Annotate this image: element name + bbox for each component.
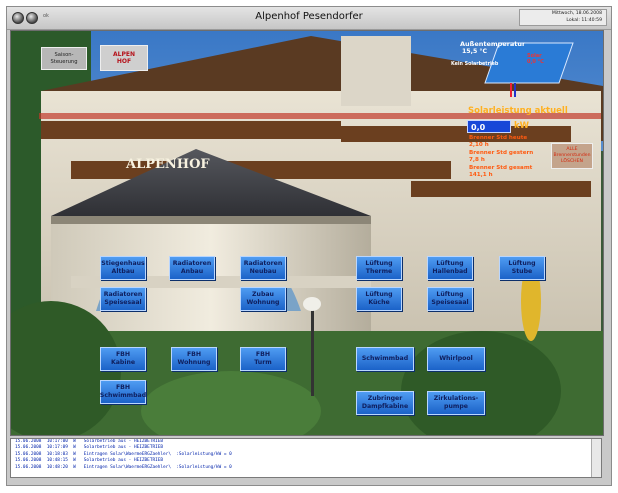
burner-yesterday-value: 7,8 h	[469, 157, 485, 163]
fbh-turm-button[interactable]: FBH Turm	[240, 347, 286, 371]
burner-total-value: 141,1 h	[469, 172, 493, 178]
lueftung-hallenbad-button[interactable]: Lüftung Hallenbad	[427, 256, 473, 280]
log-scrollbar[interactable]	[591, 439, 601, 477]
zubau-wohnung-button[interactable]: Zubau Wohnung	[240, 287, 286, 311]
lueftung-speisesaal-button[interactable]: Lüftung Speisesaal	[427, 287, 473, 311]
zubringer-dampfkabine-button[interactable]: Zubringer Dampfkabine	[356, 391, 414, 415]
event-log[interactable]: 15.06.2008 10:17:00 W Solarbetrieb aus -…	[10, 438, 602, 478]
radiatoren-speisesaal-button[interactable]: Radiatoren Speisesaal	[100, 287, 146, 311]
date-display: Mittwoch, 18.06.2008 Lokal: 11:40:59	[519, 9, 607, 26]
reset-burner-hours-button[interactable]: ALLE Brennerstunden LÖSCHEN	[551, 143, 593, 169]
burner-today-value: 2,10 h	[469, 142, 489, 148]
burner-yesterday-label: Brenner Std gestern	[469, 150, 534, 156]
title-bar: ok Alpenhof Pesendorfer Mittwoch, 18.06.…	[7, 7, 611, 30]
date-line: Mittwoch, 18.06.2008	[551, 11, 602, 16]
solar-power-unit: kW	[514, 121, 530, 131]
stiegenhaus-altbau-button[interactable]: Stiegenhaus Altbau	[100, 256, 146, 280]
outside-temp-value: 15,5 °C	[462, 48, 488, 55]
hotel-photo: ALPENHOF	[11, 31, 603, 435]
solar-status-text: Kein Solarbetrieb	[451, 62, 499, 67]
solar-power-title: Solarleistung aktuell	[468, 106, 568, 116]
burner-today-label: Brenner Std heute	[469, 135, 528, 141]
season-control-button[interactable]: Saison- Steuerung	[41, 47, 87, 70]
alpenhof-logo-button[interactable]: ALPEN HOF	[100, 45, 148, 71]
time-line: Lokal: 11:40:59	[566, 18, 602, 23]
lueftung-kueche-button[interactable]: Lüftung Küche	[356, 287, 402, 311]
fbh-kabine-button[interactable]: FBH Kabine	[100, 347, 146, 371]
fbh-wohnung-button[interactable]: FBH Wohnung	[171, 347, 217, 371]
lueftung-stube-button[interactable]: Lüftung Stube	[499, 256, 545, 280]
lueftung-therme-button[interactable]: Lüftung Therme	[356, 256, 402, 280]
radiatoren-anbau-button[interactable]: Radiatoren Anbau	[169, 256, 215, 280]
fbh-schwimmbad-button[interactable]: FBH Schwimmbad	[100, 380, 146, 404]
building-sign-text: ALPENHOF	[125, 157, 210, 172]
log-line: 15.06.2008 10:48:20 W Eintragen Solar\Wa…	[15, 464, 232, 470]
plant-overview: ALPENHOF Saison- Steuerung ALPEN HOF Auß…	[10, 30, 604, 436]
zirkulationspumpe-button[interactable]: Zirkulations- pumpe	[427, 391, 485, 415]
solar-power-field: 0,0	[467, 120, 511, 133]
schwimmbad-button[interactable]: Schwimmbad	[356, 347, 414, 371]
outside-temp-label: Außentemperatur	[460, 40, 526, 48]
burner-total-label: Brenner Std gesamt	[469, 165, 533, 171]
whirlpool-button[interactable]: Whirlpool	[427, 347, 485, 371]
radiatoren-neubau-button[interactable]: Radiatoren Neubau	[240, 256, 286, 280]
solar-panel-temp: Solar 0,0 °C	[527, 53, 544, 65]
